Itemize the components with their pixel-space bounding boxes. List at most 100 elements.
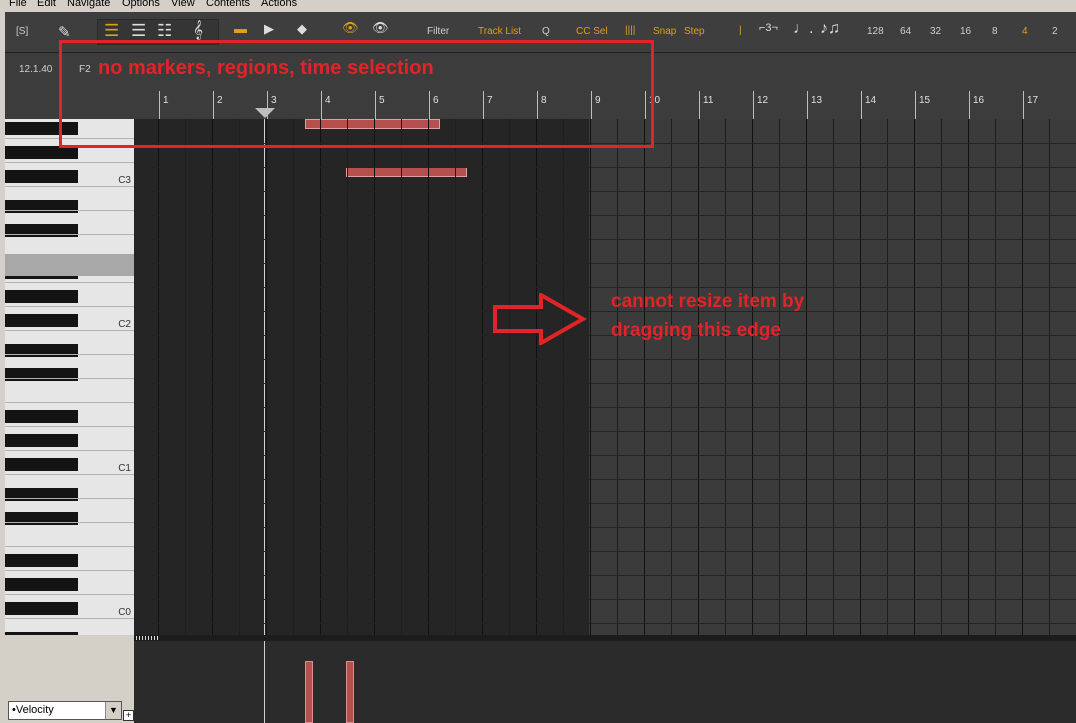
bar-line bbox=[1022, 119, 1023, 635]
add-lane-icon[interactable]: + bbox=[123, 710, 134, 721]
eye-notes-icon-2[interactable]: 👁 bbox=[372, 20, 389, 36]
triplet-icon[interactable]: ⌐3¬ bbox=[759, 22, 778, 34]
straight-note-icon[interactable]: | bbox=[739, 25, 742, 36]
pitch-row-line bbox=[134, 383, 1076, 384]
media-play-icon[interactable]: ▶ bbox=[264, 21, 274, 37]
named-notes-view-icon[interactable]: ☰ bbox=[131, 21, 146, 41]
pitch-row-line bbox=[134, 503, 1076, 504]
menu-edit[interactable]: Edit bbox=[37, 0, 56, 9]
black-key[interactable] bbox=[5, 602, 78, 615]
chevron-down-icon[interactable]: ▼ bbox=[105, 702, 121, 719]
beat-line bbox=[401, 119, 402, 635]
menu-options[interactable]: Options bbox=[122, 0, 160, 9]
cc-lane[interactable] bbox=[134, 641, 1076, 723]
white-key-divider bbox=[5, 186, 134, 187]
white-key-divider bbox=[5, 594, 134, 595]
grid-icon[interactable]: |||| bbox=[625, 25, 635, 36]
black-key[interactable] bbox=[5, 344, 78, 357]
resize-grip-icon[interactable] bbox=[136, 636, 160, 640]
bar-line bbox=[482, 119, 483, 635]
pitch-row-line bbox=[134, 287, 1076, 288]
beat-line bbox=[833, 119, 834, 635]
bar-line bbox=[212, 119, 213, 635]
black-key[interactable] bbox=[5, 512, 78, 525]
playhead-line bbox=[264, 119, 265, 635]
grid-32[interactable]: 32 bbox=[930, 26, 941, 37]
pitch-row-line bbox=[134, 599, 1076, 600]
pitch-row-line bbox=[134, 359, 1076, 360]
grid-128[interactable]: 128 bbox=[867, 26, 884, 37]
filter-button[interactable]: Filter bbox=[427, 26, 449, 37]
velocity-bar[interactable] bbox=[305, 661, 313, 723]
black-key[interactable] bbox=[5, 314, 78, 327]
bar-line bbox=[266, 119, 267, 635]
menu-contents[interactable]: Contents bbox=[206, 0, 250, 9]
pitch-row-line bbox=[134, 575, 1076, 576]
bar-line bbox=[644, 119, 645, 635]
black-key[interactable] bbox=[5, 224, 78, 237]
white-key-divider bbox=[5, 234, 134, 235]
cc-sel-button[interactable]: CC Sel bbox=[576, 26, 608, 37]
beat-line bbox=[185, 119, 186, 635]
track-list-button[interactable]: Track List bbox=[478, 26, 521, 37]
cc-lane-select[interactable]: •Velocity ▼ bbox=[8, 701, 122, 720]
ruler-number: 11 bbox=[703, 95, 714, 106]
s-label[interactable]: [S] bbox=[16, 26, 28, 37]
white-key-divider bbox=[5, 450, 134, 451]
swing-icon[interactable]: ♪♫ bbox=[820, 20, 840, 38]
event-list-view-icon[interactable]: ☷ bbox=[157, 21, 172, 41]
menu-file[interactable]: File bbox=[9, 0, 27, 9]
black-key[interactable] bbox=[5, 170, 78, 183]
black-key[interactable] bbox=[5, 458, 78, 471]
bar-line bbox=[428, 119, 429, 635]
pitch-row-line bbox=[134, 551, 1076, 552]
ruler-tick bbox=[915, 91, 916, 119]
white-key-divider bbox=[5, 354, 134, 355]
beat-line bbox=[347, 119, 348, 635]
menu-navigate[interactable]: Navigate bbox=[67, 0, 110, 9]
black-key[interactable] bbox=[5, 488, 78, 501]
black-key[interactable] bbox=[5, 368, 78, 381]
eye-notes-icon[interactable]: 👁 bbox=[342, 20, 359, 36]
media-item-icon[interactable]: ▬ bbox=[234, 21, 247, 36]
black-key[interactable] bbox=[5, 632, 78, 635]
pencil-icon[interactable]: ✎ bbox=[58, 23, 71, 41]
black-key[interactable] bbox=[5, 290, 78, 303]
annotation-arrow-text-1: cannot resize item by bbox=[611, 291, 805, 312]
beat-line bbox=[455, 119, 456, 635]
grid-64[interactable]: 64 bbox=[900, 26, 911, 37]
black-key[interactable] bbox=[5, 200, 78, 213]
dotted-note-icon[interactable]: ♩. bbox=[793, 20, 813, 38]
menu-actions[interactable]: Actions bbox=[261, 0, 297, 9]
midi-note[interactable] bbox=[346, 167, 467, 177]
piano-keyboard[interactable]: C3 C2 C1 C0 bbox=[5, 119, 134, 635]
ruler-tick bbox=[699, 91, 700, 119]
grid-4[interactable]: 4 bbox=[1022, 26, 1028, 37]
bar-line bbox=[914, 119, 915, 635]
step-button[interactable]: Step bbox=[684, 26, 705, 37]
velocity-bar[interactable] bbox=[346, 661, 354, 723]
ruler-tick bbox=[969, 91, 970, 119]
grid-8[interactable]: 8 bbox=[992, 26, 998, 37]
media-diamond-icon[interactable]: ◆ bbox=[297, 21, 307, 37]
quantize-button[interactable]: Q bbox=[542, 26, 550, 37]
piano-roll-view-icon[interactable]: ☰ bbox=[104, 21, 119, 41]
grid-16[interactable]: 16 bbox=[960, 26, 971, 37]
ruler-tick bbox=[753, 91, 754, 119]
snap-button[interactable]: Snap bbox=[653, 26, 676, 37]
menu-view[interactable]: View bbox=[171, 0, 195, 9]
black-key[interactable] bbox=[5, 434, 78, 447]
ruler-number: 13 bbox=[811, 95, 823, 106]
highlighted-key[interactable] bbox=[5, 254, 134, 276]
black-key[interactable] bbox=[5, 554, 78, 567]
notation-view-icon[interactable]: 𝄞 bbox=[193, 20, 203, 40]
pitch-row-line bbox=[134, 623, 1076, 624]
black-key[interactable] bbox=[5, 410, 78, 423]
grid-2[interactable]: 2 bbox=[1052, 26, 1058, 37]
beat-line bbox=[779, 119, 780, 635]
bar-line bbox=[968, 119, 969, 635]
midi-note-grid[interactable] bbox=[134, 119, 1076, 635]
bar-line bbox=[698, 119, 699, 635]
black-key[interactable] bbox=[5, 578, 78, 591]
pitch-row-line bbox=[134, 191, 1076, 192]
